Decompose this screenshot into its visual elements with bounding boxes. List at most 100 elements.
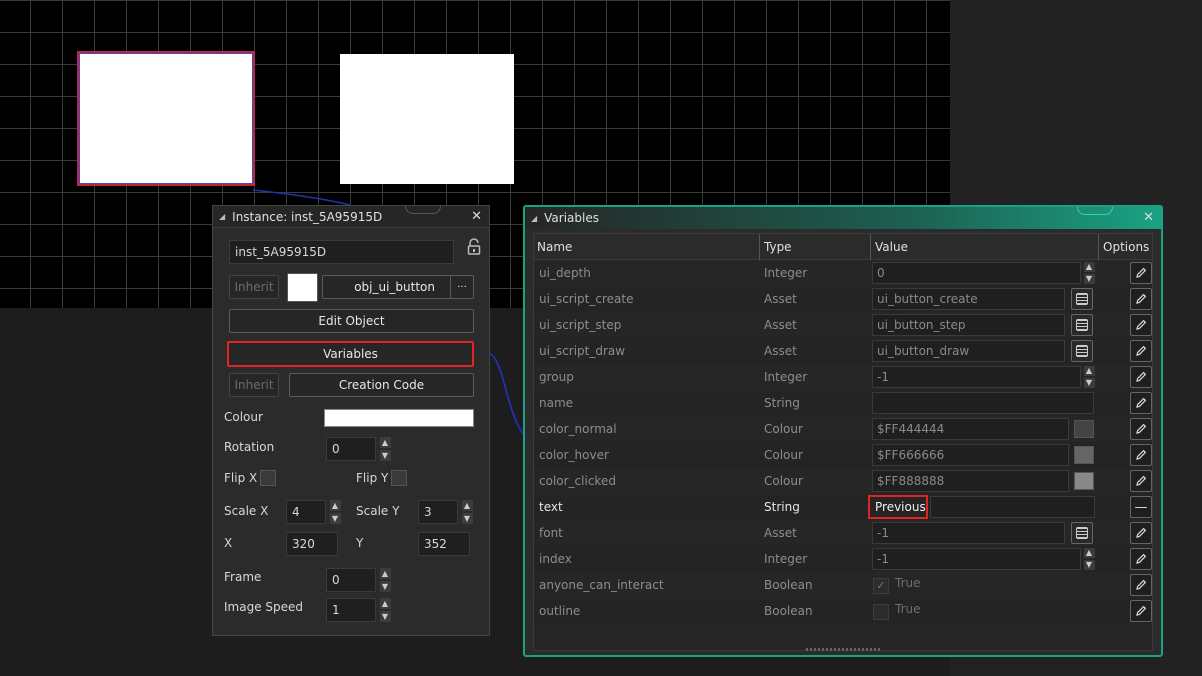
edit-pencil-icon[interactable]: [1130, 366, 1152, 388]
edit-pencil-icon[interactable]: [1130, 574, 1152, 596]
variable-name: font: [539, 526, 563, 540]
variable-value-input[interactable]: ui_button_step: [872, 314, 1065, 336]
value-stepper[interactable]: ▲ ▼: [1083, 262, 1095, 284]
variable-value-input-active[interactable]: Previous: [868, 495, 928, 519]
image-speed-label: Image Speed: [224, 600, 304, 614]
header-value[interactable]: Value: [875, 240, 908, 254]
variable-row-color-normal[interactable]: color_normal Colour $FF444444: [534, 416, 1152, 442]
colour-swatch[interactable]: [1074, 472, 1094, 490]
variables-panel-titlebar[interactable]: ◢ Variables ✕: [525, 207, 1161, 229]
variable-type: Colour: [764, 474, 803, 488]
y-label: Y: [356, 536, 364, 550]
object-more-button[interactable]: ···: [450, 275, 474, 299]
image-speed-stepper[interactable]: ▲ ▼: [379, 598, 391, 622]
header-options[interactable]: Options: [1103, 240, 1149, 254]
object-name-button[interactable]: obj_ui_button: [322, 275, 452, 299]
creation-code-button[interactable]: Creation Code: [289, 373, 474, 397]
variable-row-ui-script-step[interactable]: ui_script_step Asset ui_button_step: [534, 312, 1152, 338]
edit-pencil-icon[interactable]: [1130, 548, 1152, 570]
variable-name: text: [539, 500, 563, 514]
rotation-stepper[interactable]: ▲ ▼: [379, 437, 391, 461]
asset-picker-icon[interactable]: [1071, 522, 1093, 544]
colour-swatch[interactable]: [324, 409, 474, 427]
edit-pencil-icon[interactable]: [1130, 314, 1152, 336]
edit-pencil-icon[interactable]: [1130, 444, 1152, 466]
edit-pencil-icon[interactable]: [1130, 340, 1152, 362]
instance-name-input[interactable]: inst_5A95915D: [229, 240, 454, 264]
inherit-code-button[interactable]: Inherit: [229, 373, 279, 397]
inherit-button[interactable]: Inherit: [229, 275, 279, 299]
close-icon[interactable]: ✕: [471, 209, 482, 224]
scale-x-input[interactable]: 4: [286, 500, 326, 524]
variable-value-input[interactable]: ui_button_create: [872, 288, 1065, 310]
value-stepper[interactable]: ▲ ▼: [1083, 548, 1095, 570]
colour-swatch[interactable]: [1074, 420, 1094, 438]
variable-value-input[interactable]: -1: [872, 548, 1081, 570]
edit-pencil-icon[interactable]: [1130, 600, 1152, 622]
lock-icon[interactable]: [467, 238, 481, 256]
variable-row-ui-script-draw[interactable]: ui_script_draw Asset ui_button_draw: [534, 338, 1152, 364]
edit-pencil-icon[interactable]: [1130, 392, 1152, 414]
variable-value-input[interactable]: -1: [872, 366, 1081, 388]
flip-x-checkbox[interactable]: [260, 470, 276, 486]
variable-name: ui_script_step: [539, 318, 622, 332]
scale-y-stepper[interactable]: ▲ ▼: [461, 500, 473, 524]
image-speed-input[interactable]: 1: [326, 598, 376, 622]
variable-value-input[interactable]: $FF666666: [872, 444, 1069, 466]
edit-object-button[interactable]: Edit Object: [229, 309, 474, 333]
collapse-icon[interactable]: ◢: [219, 212, 225, 221]
instance[interactable]: [340, 54, 514, 184]
x-input[interactable]: 320: [286, 532, 338, 556]
instance-panel-titlebar[interactable]: ◢ Instance: inst_5A95915D ✕: [213, 206, 489, 228]
scale-y-input[interactable]: 3: [418, 500, 458, 524]
variable-value-input[interactable]: 0: [872, 262, 1081, 284]
variable-value-input[interactable]: $FF888888: [872, 470, 1069, 492]
header-type[interactable]: Type: [764, 240, 792, 254]
checkbox-icon[interactable]: [873, 604, 889, 620]
variable-value-input[interactable]: $FF444444: [872, 418, 1069, 440]
variable-value-input[interactable]: -1: [872, 522, 1065, 544]
variable-row-group[interactable]: group Integer -1 ▲ ▼: [534, 364, 1152, 390]
asset-picker-icon[interactable]: [1071, 340, 1093, 362]
variables-button[interactable]: Variables: [227, 341, 474, 367]
variable-row-ui-depth[interactable]: ui_depth Integer 0 ▲ ▼: [534, 260, 1152, 286]
variable-row-color-hover[interactable]: color_hover Colour $FF666666: [534, 442, 1152, 468]
variable-row-font[interactable]: font Asset -1: [534, 520, 1152, 546]
variable-value-input[interactable]: [872, 392, 1094, 414]
column-divider[interactable]: [1098, 234, 1099, 260]
variable-row-outline[interactable]: outline Boolean True: [534, 598, 1152, 624]
frame-input[interactable]: 0: [326, 568, 376, 592]
scale-y-label: Scale Y: [356, 504, 400, 518]
collapse-icon[interactable]: ◢: [531, 214, 537, 223]
column-divider[interactable]: [870, 234, 871, 260]
header-name[interactable]: Name: [537, 240, 572, 254]
close-icon[interactable]: ✕: [1143, 210, 1154, 225]
colour-swatch[interactable]: [1074, 446, 1094, 464]
resize-grip[interactable]: [806, 648, 882, 651]
variable-row-text[interactable]: text String Previous —: [534, 494, 1152, 520]
variable-row-ui-script-create[interactable]: ui_script_create Asset ui_button_create: [534, 286, 1152, 312]
variable-row-name[interactable]: name String: [534, 390, 1152, 416]
variable-row-index[interactable]: index Integer -1 ▲ ▼: [534, 546, 1152, 572]
rotation-input[interactable]: 0: [326, 437, 376, 461]
y-input[interactable]: 352: [418, 532, 470, 556]
checkbox-checked-icon[interactable]: ✓: [873, 578, 889, 594]
frame-stepper[interactable]: ▲ ▼: [379, 568, 391, 592]
column-divider[interactable]: [759, 234, 760, 260]
asset-picker-icon[interactable]: [1071, 314, 1093, 336]
edit-pencil-icon[interactable]: [1130, 470, 1152, 492]
edit-pencil-icon[interactable]: [1130, 288, 1152, 310]
selected-instance[interactable]: [77, 51, 255, 186]
edit-pencil-icon[interactable]: [1130, 522, 1152, 544]
value-stepper[interactable]: ▲ ▼: [1083, 366, 1095, 388]
flip-y-checkbox[interactable]: [391, 470, 407, 486]
edit-pencil-icon[interactable]: [1130, 262, 1152, 284]
edit-pencil-icon[interactable]: [1130, 418, 1152, 440]
value-field-remainder[interactable]: [930, 496, 1095, 518]
remove-icon[interactable]: —: [1130, 496, 1152, 518]
scale-x-stepper[interactable]: ▲ ▼: [329, 500, 341, 524]
variable-row-color-clicked[interactable]: color_clicked Colour $FF888888: [534, 468, 1152, 494]
variable-value-input[interactable]: ui_button_draw: [872, 340, 1065, 362]
variable-row-anyone-can-interact[interactable]: anyone_can_interact Boolean ✓ True: [534, 572, 1152, 598]
asset-picker-icon[interactable]: [1071, 288, 1093, 310]
